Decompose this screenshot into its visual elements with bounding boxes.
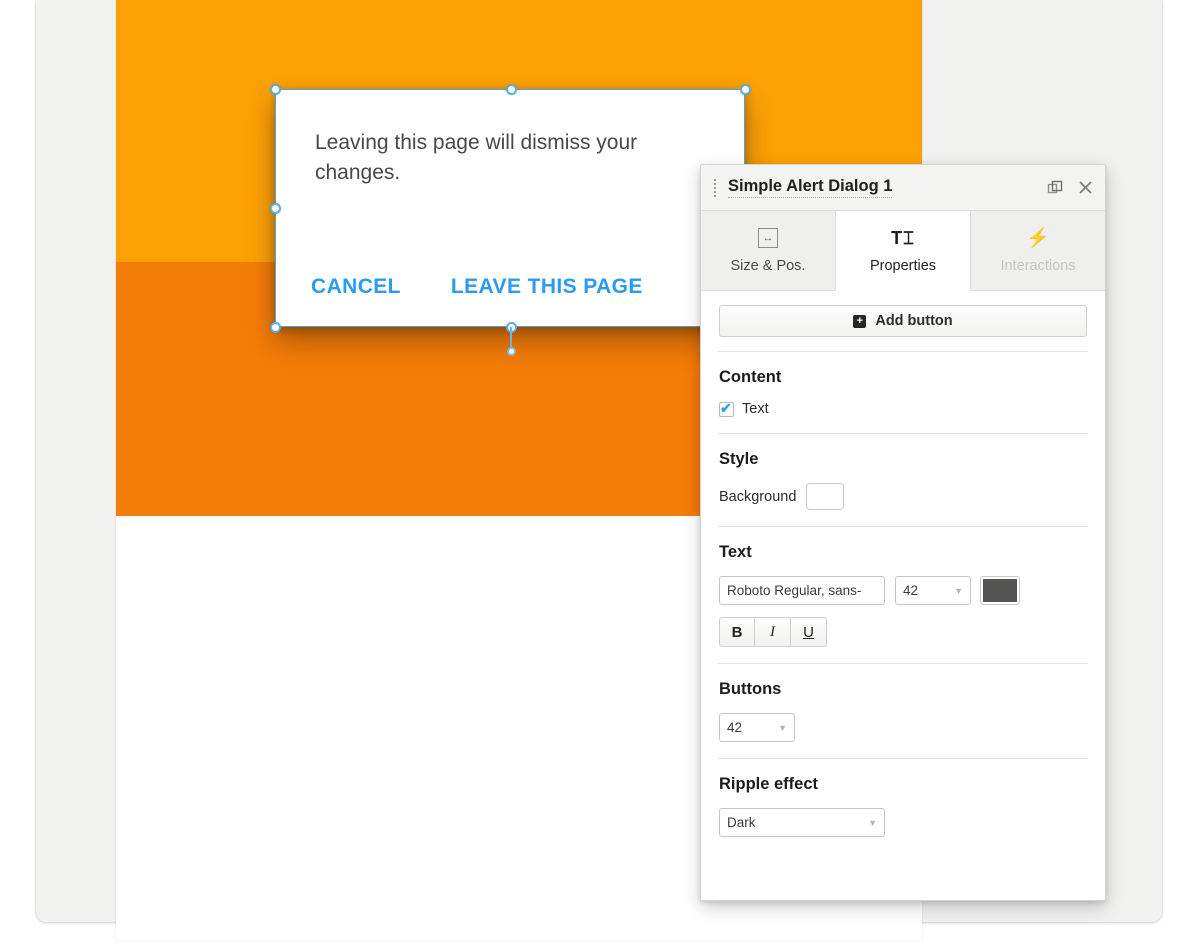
font-size-value: 42 [903, 583, 919, 598]
resize-handle-top-left[interactable] [269, 83, 281, 95]
chevron-down-icon: ▼ [778, 722, 787, 733]
text-checkbox-label: Text [742, 401, 769, 417]
background-label: Background [719, 488, 797, 505]
resize-handle-middle-left[interactable] [269, 202, 281, 214]
italic-button[interactable]: I [755, 617, 791, 647]
panel-title-actions [1047, 179, 1093, 196]
rotation-handle-stem [510, 327, 512, 349]
text-color-swatch[interactable] [980, 576, 1020, 605]
section-text-title: Text [719, 543, 752, 561]
chevron-down-icon: ▼ [868, 817, 877, 828]
app-root: Leaving this page will dismiss your chan… [0, 0, 1200, 944]
alert-dialog-actions: CANCEL LEAVE THIS PAGE [311, 275, 643, 299]
lightning-bolt-icon: ⚡ [1026, 228, 1050, 249]
text-cursor-icon: T⌶ [891, 227, 915, 248]
resize-handle-top-right[interactable] [739, 83, 751, 95]
properties-panel: Simple Alert Dialog 1 ↔ Size & Pos. T⌶ P… [700, 164, 1106, 901]
add-button-button[interactable]: + Add button [719, 305, 1087, 337]
panel-tabs: ↔ Size & Pos. T⌶ Properties ⚡ Interactio… [701, 211, 1105, 291]
text-font-row: Roboto Regular, sans- 42 ▼ [719, 576, 1087, 605]
section-text: Text Roboto Regular, sans- 42 ▼ B I U [719, 527, 1087, 663]
section-style-title: Style [719, 450, 759, 468]
resize-horizontal-icon: ↔ [758, 227, 778, 249]
tab-properties-label: Properties [869, 258, 937, 274]
panel-body: + Add button Content Text Style Backgrou… [701, 291, 1105, 900]
section-ripple-effect: Ripple effect Dark ▼ [719, 759, 1087, 853]
bold-button[interactable]: B [719, 617, 755, 647]
font-family-input[interactable]: Roboto Regular, sans- [719, 576, 885, 605]
button-size-value: 42 [727, 720, 743, 735]
drag-dots-icon[interactable] [710, 178, 720, 197]
rotation-handle-knob[interactable] [506, 346, 516, 356]
section-ripple-title: Ripple effect [719, 775, 819, 793]
ripple-effect-select[interactable]: Dark ▼ [719, 808, 885, 837]
text-format-button-group: B I U [719, 617, 1087, 647]
plus-square-icon: + [853, 314, 867, 328]
section-buttons-title: Buttons [719, 680, 782, 698]
resize-handle-top-center[interactable] [505, 83, 517, 95]
background-color-swatch[interactable] [806, 483, 845, 510]
background-row: Background [719, 483, 1087, 510]
text-checkbox[interactable]: Text [719, 400, 1087, 417]
font-size-select[interactable]: 42 ▼ [895, 576, 971, 605]
add-button-label: Add button [875, 313, 953, 329]
leave-this-page-button[interactable]: LEAVE THIS PAGE [451, 275, 643, 299]
panel-titlebar[interactable]: Simple Alert Dialog 1 [701, 165, 1105, 211]
underline-button[interactable]: U [791, 617, 827, 647]
section-content: Content Text [719, 352, 1087, 433]
checkbox-checked-icon[interactable] [719, 400, 734, 417]
panel-title[interactable]: Simple Alert Dialog 1 [728, 177, 893, 198]
duplicate-icon[interactable] [1047, 179, 1064, 196]
close-icon[interactable] [1078, 180, 1093, 195]
button-size-select[interactable]: 42 ▼ [719, 713, 795, 742]
tab-interactions-label: Interactions [1000, 258, 1076, 274]
tab-interactions: ⚡ Interactions [971, 211, 1105, 290]
tab-size-and-pos-label: Size & Pos. [730, 258, 806, 274]
section-content-title: Content [719, 368, 782, 386]
alert-dialog-component[interactable]: Leaving this page will dismiss your chan… [275, 89, 745, 327]
section-style: Style Background [719, 434, 1087, 526]
cancel-button[interactable]: CANCEL [311, 275, 401, 299]
ripple-effect-value: Dark [727, 815, 756, 830]
section-buttons: Buttons 42 ▼ [719, 664, 1087, 758]
tab-size-and-pos[interactable]: ↔ Size & Pos. [701, 211, 836, 290]
tab-properties[interactable]: T⌶ Properties [836, 211, 971, 291]
alert-dialog-message: Leaving this page will dismiss your chan… [315, 131, 638, 184]
chevron-down-icon: ▼ [954, 585, 963, 596]
resize-handle-bottom-left[interactable] [269, 321, 281, 333]
